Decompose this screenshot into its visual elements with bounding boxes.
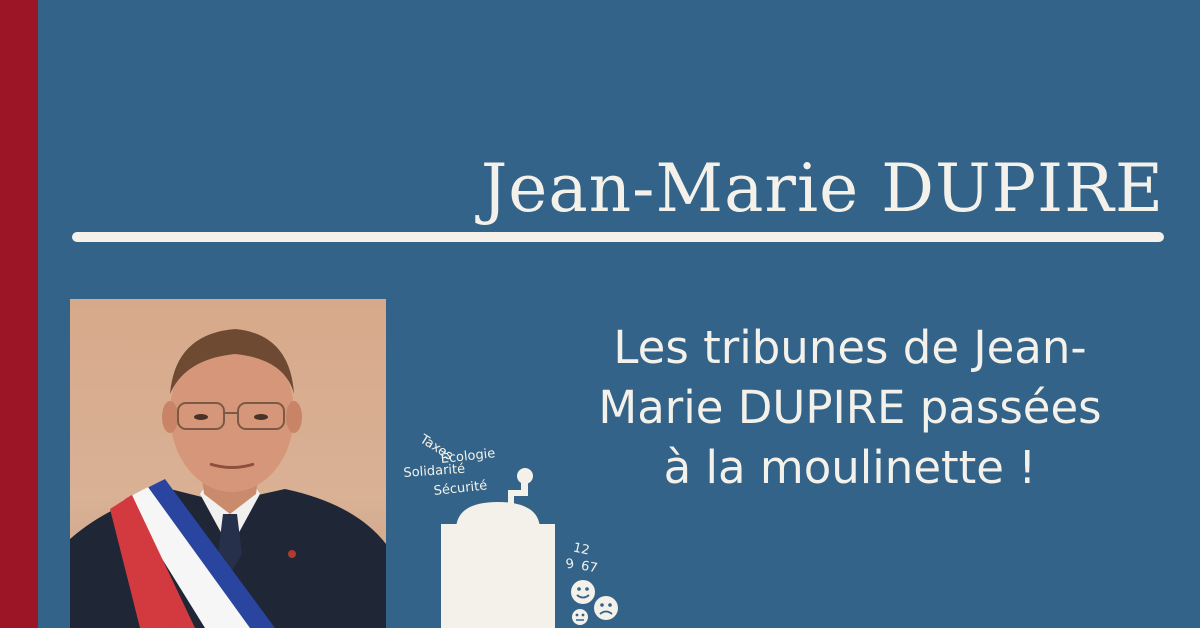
portrait-photo bbox=[70, 299, 386, 628]
neutral-face-icon bbox=[572, 609, 588, 625]
smiley-face-icon bbox=[571, 580, 595, 604]
title-underline bbox=[72, 232, 1164, 242]
accent-band bbox=[0, 0, 38, 628]
tagline-text: Les tribunes de Jean-Marie DUPIRE passée… bbox=[598, 321, 1102, 494]
sad-face-icon bbox=[594, 596, 618, 620]
number-12: 12 bbox=[571, 540, 591, 559]
page-title: Jean-Marie DUPIRE bbox=[480, 150, 1164, 227]
number-67: 67 bbox=[579, 558, 599, 577]
